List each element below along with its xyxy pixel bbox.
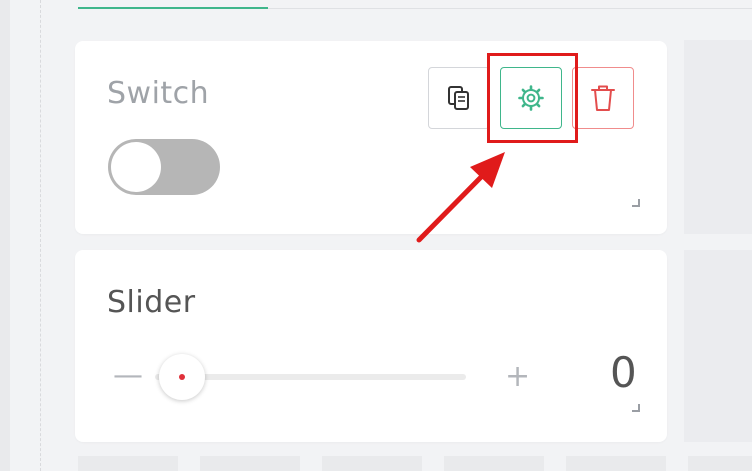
annotation-arrow-icon (416, 152, 505, 243)
bottom-placeholder (566, 456, 666, 471)
bottom-placeholder (78, 456, 178, 471)
bottom-placeholder (322, 456, 422, 471)
bottom-placeholder (444, 456, 544, 471)
bottom-placeholder (688, 456, 752, 471)
bottom-placeholder (200, 456, 300, 471)
